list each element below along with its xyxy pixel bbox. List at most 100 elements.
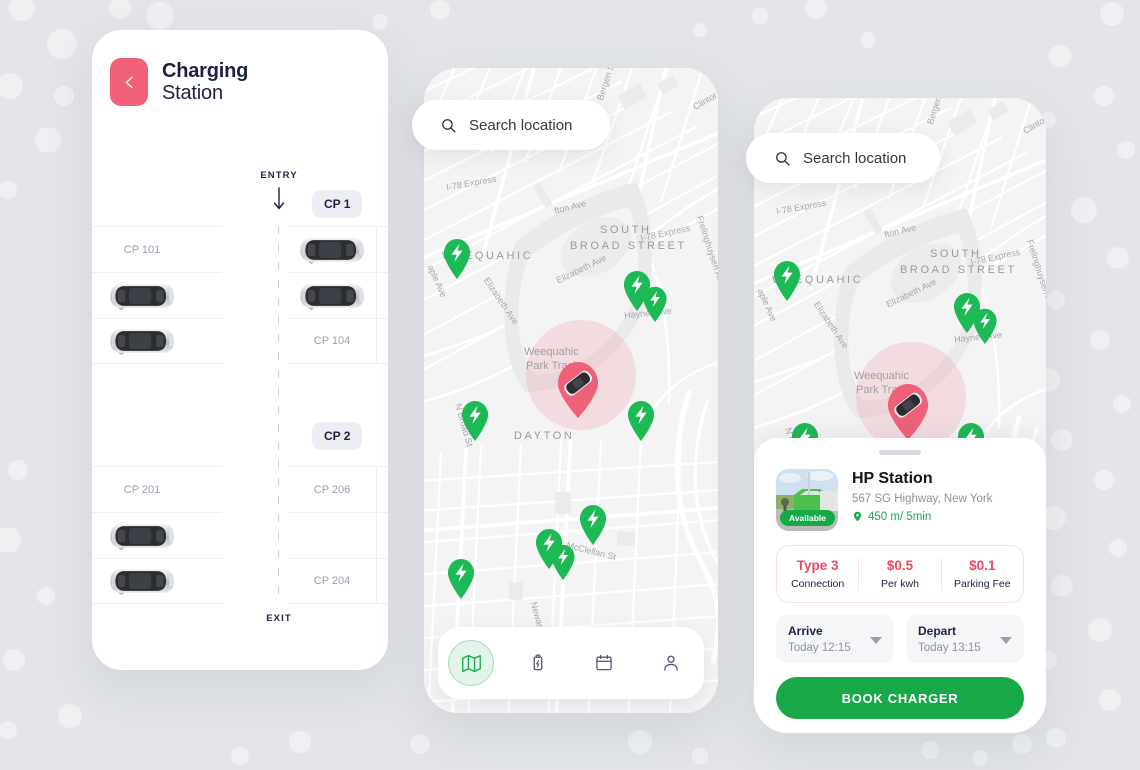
decorative-dot (751, 7, 769, 25)
charger-pin[interactable] (548, 542, 578, 581)
decorative-dot (1090, 330, 1110, 350)
title-line-1: Charging (162, 59, 249, 82)
parking-slot[interactable] (288, 226, 377, 272)
parking-slot[interactable] (92, 512, 222, 558)
station-summary: Available HP Station 567 SG Highway, New… (776, 469, 1024, 531)
parking-slot[interactable]: CP 104 (288, 318, 377, 364)
charger-pin[interactable] (770, 258, 804, 302)
decorative-dot (1088, 618, 1112, 642)
charger-bolt-pin-icon (643, 286, 667, 323)
parked-car-icon (110, 523, 174, 550)
parking-lot-grid: CP 101 CP 104 CP 201 CP 206 CP 204 (92, 226, 388, 604)
nav-item-map[interactable] (448, 640, 495, 686)
parking-slot[interactable]: CP 206 (288, 466, 377, 512)
phone-station-detail: UPPERSOUTHBROAD STREETWEEQUAHICDAYTONBer… (754, 98, 1046, 733)
decorative-dot (1099, 689, 1121, 711)
charger-bolt-pin-icon (444, 239, 470, 279)
map-canvas[interactable]: UPPERSOUTHBROAD STREETWEEQUAHICDAYTONBer… (424, 68, 718, 713)
book-charger-button[interactable]: BOOK CHARGER (776, 677, 1024, 719)
station-detail-sheet: Available HP Station 567 SG Highway, New… (754, 438, 1046, 733)
car-pin-icon (558, 362, 598, 418)
price-value: Type 3 (796, 558, 839, 573)
decorative-dot (1049, 45, 1071, 67)
map-label: Weequahic (524, 346, 579, 358)
chevron-left-icon (125, 76, 133, 88)
arrive-selector[interactable]: Arrive Today 12:15 (776, 615, 894, 663)
price-label: Connection (791, 578, 845, 590)
back-button[interactable] (110, 58, 148, 106)
decorative-dot (860, 32, 876, 48)
price-value: $0.5 (886, 558, 914, 573)
nav-item-profile[interactable] (648, 640, 694, 686)
charger-pin[interactable] (458, 398, 492, 442)
parking-slot[interactable] (377, 318, 388, 364)
selected-station-pin[interactable] (550, 358, 606, 420)
map-label: BROAD STREET (570, 240, 687, 252)
slot-label: CP 201 (123, 483, 161, 496)
driving-lane (278, 226, 279, 596)
exit-label: EXIT (266, 613, 292, 624)
decorative-dot (805, 0, 827, 19)
depart-value: Today 13:15 (918, 642, 981, 654)
map-label: DAYTON (514, 430, 575, 442)
slot-label: CP 104 (313, 335, 351, 347)
charger-bolt-pin-icon (580, 505, 606, 545)
selected-station-pin[interactable] (880, 380, 936, 442)
phone-charging-station: Charging Station ENTRY CP 1 CP 2 CP 101 (92, 30, 388, 670)
parking-slot[interactable] (377, 558, 388, 604)
charger-icon (533, 654, 543, 671)
price-cell: $0.5 Per kwh (858, 558, 940, 590)
charger-pin[interactable] (970, 306, 1000, 345)
decorative-dot (47, 29, 77, 59)
chevron-down-icon (1000, 637, 1012, 644)
drag-handle[interactable] (879, 450, 921, 455)
decorative-dot (1071, 197, 1097, 223)
arrow-down-icon (273, 187, 285, 210)
charger-pin[interactable] (624, 398, 658, 442)
arrive-value: Today 12:15 (788, 642, 851, 654)
decorative-dot (1100, 2, 1124, 26)
parking-slot[interactable]: CP 204 (288, 558, 377, 604)
parking-slot[interactable] (288, 272, 377, 318)
charger-pin[interactable] (440, 236, 474, 280)
parking-slot[interactable] (377, 512, 388, 558)
entry-label: ENTRY (260, 170, 298, 181)
parking-slot[interactable] (92, 558, 222, 604)
parking-slot[interactable] (288, 512, 377, 558)
depart-label: Depart (918, 624, 957, 638)
price-label: Per kwh (881, 578, 919, 590)
parking-slot[interactable]: CP 201 (92, 466, 222, 512)
app-showcase: Charging Station ENTRY CP 1 CP 2 CP 101 (0, 0, 1140, 770)
decorative-dot (231, 747, 249, 765)
parking-slot[interactable]: CP 101 (377, 226, 388, 272)
parking-slot[interactable]: CP 201 (377, 466, 388, 512)
charger-pin[interactable] (444, 556, 478, 600)
location-pin-icon (853, 511, 862, 522)
decorative-dot (1107, 247, 1129, 269)
charger-pin[interactable] (576, 502, 610, 546)
search-icon (442, 118, 456, 133)
page-title: Charging Station (162, 60, 248, 105)
zone-tag-cp1[interactable]: CP 1 (312, 190, 363, 218)
slot-label: CP 206 (313, 483, 351, 496)
parking-slot[interactable] (92, 318, 222, 364)
decorative-dot (0, 73, 23, 99)
calendar-icon (596, 654, 612, 671)
nav-item-chargers[interactable] (515, 640, 561, 686)
parking-slot[interactable] (377, 272, 388, 318)
car-pin-icon (888, 384, 928, 440)
title-line-2: Station (162, 82, 223, 104)
parking-slot[interactable]: CP 101 (92, 226, 222, 272)
decorative-dot (3, 649, 25, 671)
parked-car-icon (110, 329, 174, 356)
search-bar-detail[interactable]: Search location (746, 133, 940, 183)
map-icon (461, 654, 481, 672)
search-bar-map[interactable]: Search location (412, 100, 610, 150)
nav-item-bookings[interactable] (581, 640, 627, 686)
decorative-dot (1109, 539, 1127, 557)
decorative-dot (0, 181, 17, 199)
station-header: Charging Station (92, 30, 388, 106)
charger-pin[interactable] (640, 284, 670, 323)
parking-slot[interactable] (92, 272, 222, 318)
depart-selector[interactable]: Depart Today 13:15 (906, 615, 1024, 663)
